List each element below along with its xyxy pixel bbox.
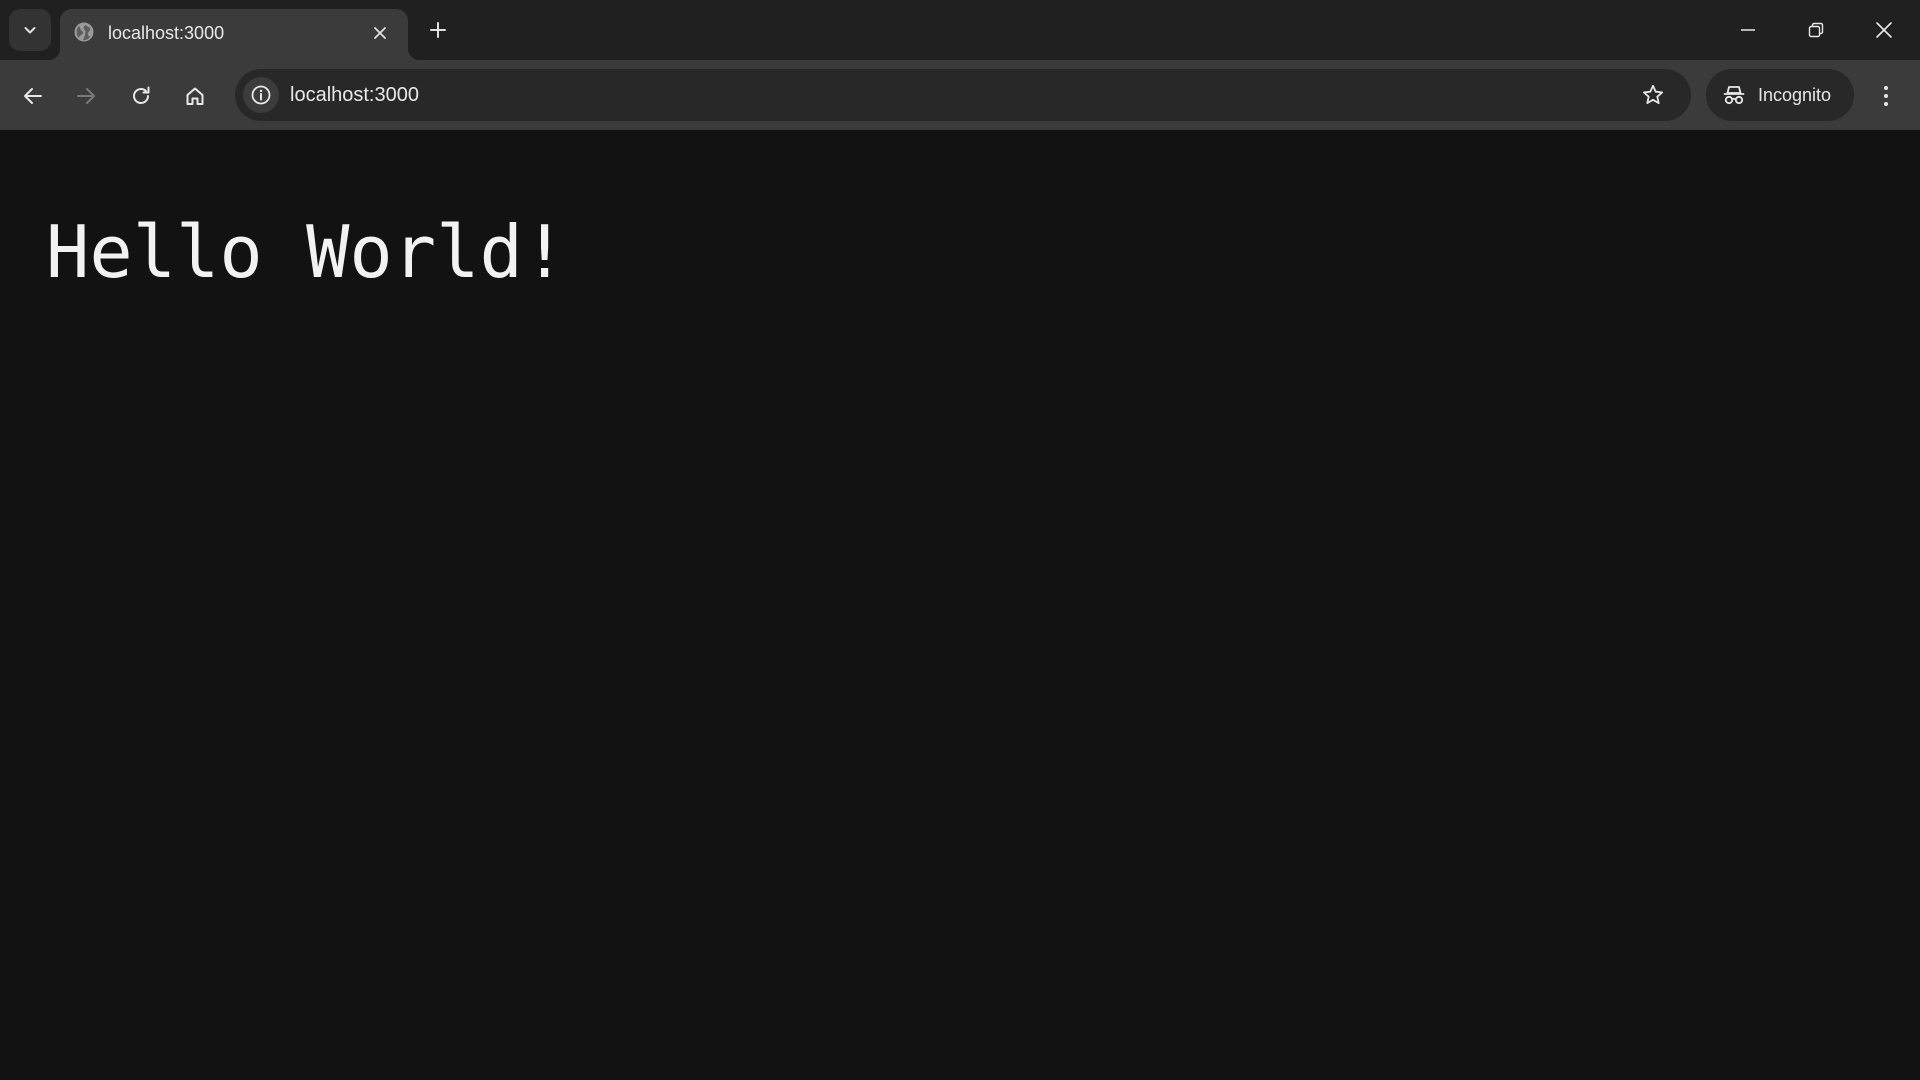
- bookmark-button[interactable]: [1635, 77, 1671, 113]
- address-bar[interactable]: localhost:3000: [235, 69, 1691, 121]
- active-tab[interactable]: localhost:3000: [48, 9, 420, 60]
- browser-menu-button[interactable]: [1868, 76, 1904, 116]
- plus-icon: [429, 21, 447, 39]
- close-icon: [373, 26, 387, 40]
- forward-button[interactable]: [66, 76, 106, 116]
- star-icon: [1641, 83, 1665, 107]
- home-button[interactable]: [175, 76, 215, 116]
- tab-search-button[interactable]: [9, 9, 51, 51]
- globe-icon: [73, 21, 95, 43]
- reload-icon: [130, 85, 152, 107]
- kebab-menu-icon: [1883, 85, 1889, 107]
- reload-button[interactable]: [121, 76, 161, 116]
- arrow-right-icon: [75, 85, 97, 107]
- page-heading: Hello World!: [46, 210, 567, 294]
- new-tab-button[interactable]: [420, 12, 456, 48]
- incognito-profile-button[interactable]: Incognito: [1706, 69, 1854, 121]
- close-window-button[interactable]: [1850, 0, 1918, 60]
- back-button[interactable]: [13, 76, 53, 116]
- page-viewport: Hello World!: [0, 130, 1920, 1080]
- restore-button[interactable]: [1782, 0, 1850, 60]
- tab-close-button[interactable]: [366, 19, 394, 47]
- browser-toolbar: localhost:3000 Incognito: [0, 60, 1920, 130]
- url-text[interactable]: localhost:3000: [290, 82, 419, 108]
- tab-strip: localhost:3000: [0, 0, 1920, 60]
- close-icon: [1875, 21, 1893, 39]
- tab-title: localhost:3000: [108, 23, 225, 43]
- restore-icon: [1808, 22, 1824, 38]
- home-icon: [184, 85, 206, 107]
- site-info-button[interactable]: [243, 77, 279, 113]
- minimize-button[interactable]: [1714, 0, 1782, 60]
- info-icon: [250, 84, 272, 106]
- chevron-down-icon: [22, 22, 38, 38]
- minimize-icon: [1740, 22, 1756, 38]
- incognito-icon: [1722, 83, 1746, 107]
- incognito-label: Incognito: [1758, 85, 1832, 105]
- arrow-left-icon: [22, 85, 44, 107]
